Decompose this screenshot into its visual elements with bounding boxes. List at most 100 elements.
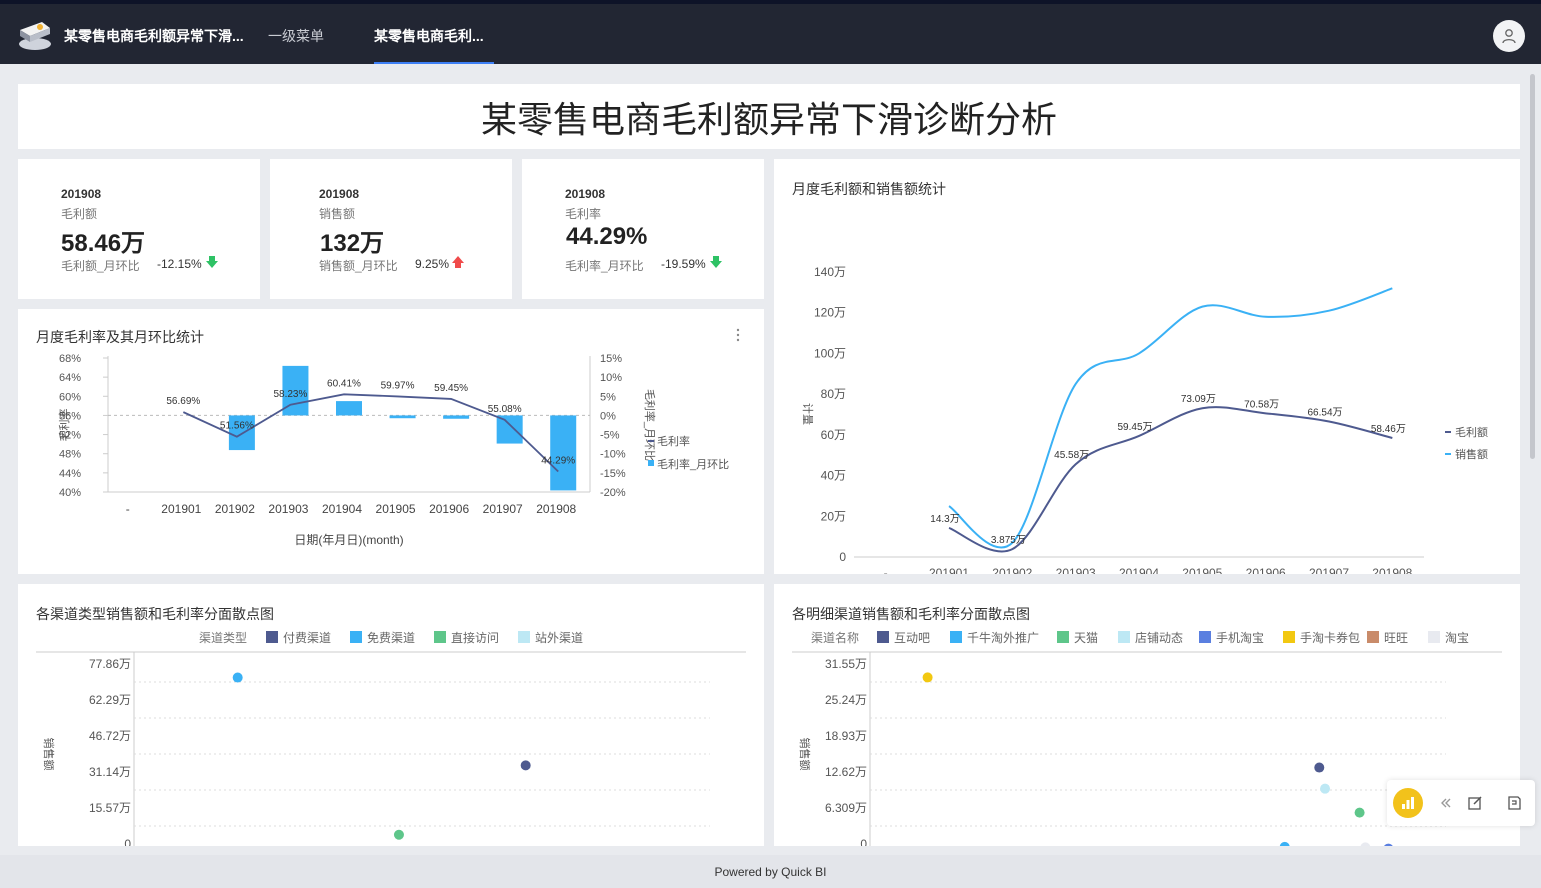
bar-margin-rate-mom [336, 401, 362, 416]
y-axis-title: 销售额 [42, 738, 56, 771]
top-bar: 某零售电商毛利额异常下滑... 一级菜单 某零售电商毛利... [0, 0, 1541, 65]
kpi-metric: 毛利率 [565, 207, 602, 221]
data-label: 14.3万 [930, 514, 959, 525]
scatter-point [1320, 783, 1331, 794]
user-avatar[interactable] [1493, 20, 1525, 52]
scatter-point [1354, 807, 1365, 818]
dashboard-canvas: 某零售电商毛利额异常下滑诊断分析 201908 毛利额 58.46万 毛利额_月… [0, 64, 1541, 855]
app-title[interactable]: 某零售电商毛利额异常下滑... [64, 26, 244, 46]
y-tick-label: 62.29万 [89, 693, 131, 707]
data-label: 56.69% [166, 396, 200, 407]
kpi-compare-label: 销售额_月环比 [319, 259, 398, 273]
y-tick-label: 40万 [821, 469, 846, 483]
edit-button[interactable] [1462, 790, 1488, 816]
kpi-value: 58.46万 [61, 230, 146, 257]
legend-swatch [877, 631, 889, 643]
scatter-point [922, 672, 933, 683]
y-tick-label: 12.62万 [825, 765, 867, 779]
kpi-card-gross-profit: 201908 毛利额 58.46万 毛利额_月环比 -12.15% [18, 159, 260, 299]
data-label: 55.08% [488, 404, 522, 415]
data-label: 73.09万 [1181, 394, 1216, 405]
data-label: 70.58万 [1244, 399, 1279, 410]
legend-label: 千牛淘外推广 [967, 630, 1039, 645]
report-icon [1508, 796, 1521, 810]
data-label: 59.45万 [1117, 422, 1152, 433]
legend-label: 淘宝 [1445, 631, 1469, 645]
legend-label: 免费渠道 [367, 630, 415, 645]
legend-swatch [266, 631, 278, 643]
kpi-compare-label: 毛利额_月环比 [61, 259, 140, 273]
bar-margin-rate-mom [550, 415, 577, 491]
y-tick-label: 44% [59, 468, 81, 480]
x-tick-label: 201905 [376, 502, 416, 516]
y2-tick-label: 15% [600, 353, 622, 365]
legend-label: 毛利率 [657, 434, 690, 448]
app-logo-icon[interactable] [16, 18, 54, 52]
chart-card-channel-type-scatter: 各渠道类型销售额和毛利率分面散点图 渠道类型 付费渠道 免费渠道 直接访问 站外渠道 77… [18, 584, 764, 846]
arrow-down-icon [710, 256, 722, 268]
footer: Powered by Quick BI [0, 855, 1541, 888]
profit-sales-line-chart: 140万 120万 100万 80万 60万 40万 20万 0 - 201901 201902 20… [801, 265, 1488, 574]
legend-label: 站外渠道 [535, 631, 583, 645]
chart-card-profit-sales: 月度毛利额和销售额统计 140万 120万 100万 80万 60万 40万 20万 0-20… [774, 159, 1520, 574]
channel-type-scatter-chart: 渠道类型 付费渠道 免费渠道 直接访问 站外渠道 77.86万 62.29万 46.72万 31… [36, 630, 746, 846]
y-tick-label: 40% [59, 487, 81, 499]
data-label: 58.23% [273, 389, 307, 400]
legend-swatch [518, 631, 530, 643]
x-tick-label: 201904 [1119, 566, 1159, 574]
kpi-compare-value: 9.25% [415, 257, 450, 271]
bar-chart-icon [1402, 797, 1414, 809]
y-tick-label: 60% [59, 391, 81, 403]
kpi-compare-label: 毛利率_月环比 [565, 259, 644, 273]
nav-item-dashboard[interactable]: 某零售电商毛利... [374, 26, 484, 46]
y-tick-label: 0 [839, 550, 846, 564]
chart-assistant-button[interactable] [1393, 788, 1423, 818]
y-tick-label: 68% [59, 353, 81, 365]
y-tick-label: 31.55万 [825, 657, 867, 671]
nav-item-level1-menu[interactable]: 一级菜单 [268, 26, 324, 46]
arrow-down-icon [206, 256, 218, 268]
y2-tick-label: -10% [600, 449, 626, 461]
chart-card-margin-rate: 月度毛利率及其月环比统计 68% 64% 60% 56% 52% 48% 44% 40% 15%… [18, 309, 764, 574]
data-label: 3.875万 [991, 535, 1026, 546]
report-button[interactable] [1501, 790, 1527, 816]
y2-tick-label: 0% [600, 410, 616, 422]
x-tick-label: 201902 [215, 502, 255, 516]
legend-swatch [1283, 631, 1295, 643]
user-icon [1502, 29, 1516, 44]
legend-title: 渠道类型 [199, 631, 247, 645]
x-tick-label: 201908 [1372, 566, 1412, 574]
y-tick-label: 100万 [814, 346, 846, 360]
legend-label: 付费渠道 [283, 631, 331, 645]
legend-label: 旺旺 [1384, 631, 1408, 645]
y-tick-label: 77.86万 [89, 657, 131, 671]
kpi-card-sales: 201908 销售额 132万 销售额_月环比 9.25% [270, 159, 512, 299]
collapse-button[interactable] [1433, 790, 1459, 816]
x-axis-title: 日期(年月日)(month) [294, 533, 403, 547]
legend-label: 天猫 [1074, 631, 1098, 645]
y2-tick-label: -5% [600, 430, 620, 442]
x-tick-label: 201901 [929, 566, 969, 574]
y-tick-label: 6.309万 [825, 801, 867, 815]
scatter-point [1360, 842, 1371, 846]
legend-label: 店铺动态 [1135, 631, 1183, 645]
y2-tick-label: -15% [600, 468, 626, 480]
legend-title: 渠道名称 [811, 630, 859, 645]
x-tick-label: 201903 [268, 502, 308, 516]
kpi-period: 201908 [61, 187, 102, 201]
edit-icon [1468, 796, 1482, 810]
x-tick-label: - [126, 502, 130, 516]
double-chevron-left-icon [1441, 798, 1451, 808]
y-tick-label: 140万 [814, 265, 846, 279]
vertical-scrollbar[interactable] [1530, 74, 1535, 459]
data-label: 58.46万 [1371, 424, 1406, 435]
x-tick-label: 201907 [483, 502, 523, 516]
data-label: 66.54万 [1307, 408, 1342, 419]
legend-label: 销售额 [1455, 447, 1488, 461]
legend-label: 手淘卡券包 [1300, 630, 1360, 645]
legend-label: 直接访问 [451, 630, 499, 645]
kpi-value: 132万 [320, 230, 385, 257]
y2-axis-title: 毛利率_月环比 [643, 389, 657, 461]
kpi-period: 201908 [319, 187, 360, 201]
x-tick-label: 201906 [429, 502, 469, 516]
